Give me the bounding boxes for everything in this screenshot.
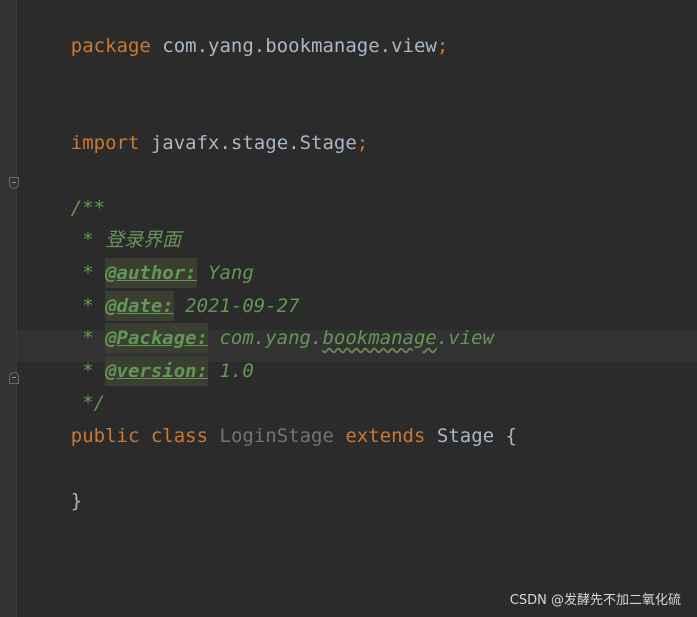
watermark-text: CSDN @发酵先不加二氧化硫 [509,593,681,608]
doc-version-value: 1.0 [208,360,254,382]
class-name: LoginStage [219,425,334,447]
doc-comment-package-line: * @Package: com.yang.bookmanage.view [25,302,494,353]
doc-comment-title-line: * 登录界面 [25,204,181,251]
code-line-import: import javafx.stage.Stage; [25,107,368,154]
doc-comment-author-line: * @author: Yang [25,237,254,288]
code-line-package: package com.yang.bookmanage.view; [25,10,449,57]
keyword-package: package [70,35,151,57]
fold-collapse-icon[interactable] [9,177,19,189]
doc-comment-date-line: * @date: 2021-09-27 [25,270,300,321]
editor-gutter [0,0,17,617]
doc-comment-version-line: * @version: 1.0 [25,335,254,386]
doc-package-value-post: .view [436,327,495,349]
import-name: javafx.stage.Stage [150,132,357,154]
semicolon: ; [356,132,369,154]
doc-comment-open: /** [25,172,105,219]
doc-tag-version: @version: [105,356,209,386]
code-line-class-declaration: public class LoginStage extends Stage { [25,400,517,447]
fold-end-icon[interactable] [9,372,19,384]
semicolon: ; [436,35,449,57]
code-line-close-brace: } [25,465,82,512]
keyword-class: class [150,425,209,447]
code-editor[interactable]: package com.yang.bookmanage.view; import… [0,0,697,617]
close-brace: } [70,490,83,512]
doc-package-value-typo: bookmanage [322,327,437,349]
keyword-public: public [70,425,140,447]
keyword-import: import [70,132,140,154]
super-class-name: Stage [436,425,495,447]
package-name: com.yang.bookmanage.view [162,35,437,57]
keyword-extends: extends [345,425,426,447]
open-brace: { [505,425,517,447]
doc-comment-close: */ [25,367,105,414]
